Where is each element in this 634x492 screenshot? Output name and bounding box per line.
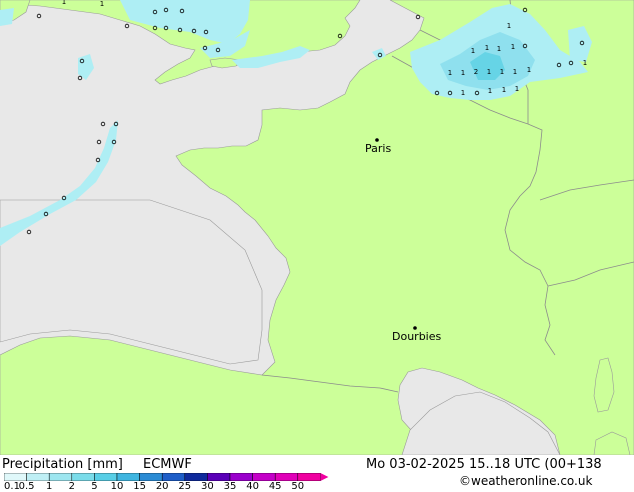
scale-segment [207, 473, 231, 481]
scale-segment [94, 473, 118, 481]
precip-value: 1 [487, 68, 491, 76]
precip-value: 1 [448, 69, 452, 77]
scale-segment [139, 473, 163, 481]
precip-value: 1 [502, 86, 506, 94]
scale-segment [229, 473, 253, 481]
scale-segment [48, 473, 73, 481]
precipitation-color-scale [4, 473, 329, 481]
valid-time: Mo 03-02-2025 15..18 UTC (00+138 [366, 457, 602, 472]
precip-value: 1 [500, 68, 504, 76]
precip-value: 1 [515, 85, 519, 93]
scale-tick-label: 1 [46, 481, 53, 492]
scale-tick-label: 30 [201, 481, 214, 492]
scale-segment [26, 473, 50, 481]
precip-value: 1 [511, 43, 515, 51]
scale-tick-label: 0.1 [4, 481, 20, 492]
precip-topleft-cell [0, 8, 14, 26]
scale-segment [274, 473, 299, 481]
precipitation-map: 1 1 1 1 1 1 1 1 1 2 1 1 1 1 1 1 1 1 1 Pa… [0, 0, 634, 455]
precip-value: 1 [507, 22, 511, 30]
precip-value: 1 [100, 0, 104, 8]
city-label-dourbies: Dourbies [392, 330, 442, 343]
scale-tick-label: 5 [91, 481, 98, 492]
scale-tick-label: 2 [68, 481, 75, 492]
model-name: ECMWF [143, 457, 192, 472]
precip-value: 1 [497, 45, 501, 53]
scale-tick-label: 15 [133, 481, 146, 492]
legend-title: Precipitation [mm] [2, 457, 123, 472]
scale-arrow [320, 473, 329, 481]
scale-tick-label: 40 [246, 481, 259, 492]
scale-segment [4, 473, 27, 481]
precip-value: 1 [62, 0, 66, 6]
scale-tick-label: 35 [223, 481, 237, 492]
precip-value: 1 [485, 44, 489, 52]
scale-segment [252, 473, 276, 481]
scale-segment [161, 473, 186, 481]
precip-value: 1 [461, 89, 465, 97]
precip-value: 2 [474, 68, 478, 76]
precip-value: 1 [471, 47, 475, 55]
precip-value: 1 [461, 69, 465, 77]
scale-tick-label: 20 [155, 481, 169, 492]
scale-tick-label: 50 [291, 481, 305, 492]
scale-tick-label: 10 [110, 481, 124, 492]
scale-tick-label: 25 [178, 481, 192, 492]
scale-segment [184, 473, 208, 481]
scale-tick-label: 45 [268, 481, 282, 492]
city-label-paris: Paris [365, 142, 391, 155]
precip-value: 1 [513, 68, 517, 76]
scale-segment [71, 473, 95, 481]
scale-segment [116, 473, 140, 481]
precip-value: 1 [527, 66, 531, 74]
scale-segment [297, 473, 321, 481]
precip-value: 1 [583, 59, 587, 67]
credit-text: ©weatheronline.co.uk [459, 474, 593, 488]
precip-value: 1 [488, 87, 492, 95]
scale-tick-label: 0.5 [18, 481, 35, 492]
